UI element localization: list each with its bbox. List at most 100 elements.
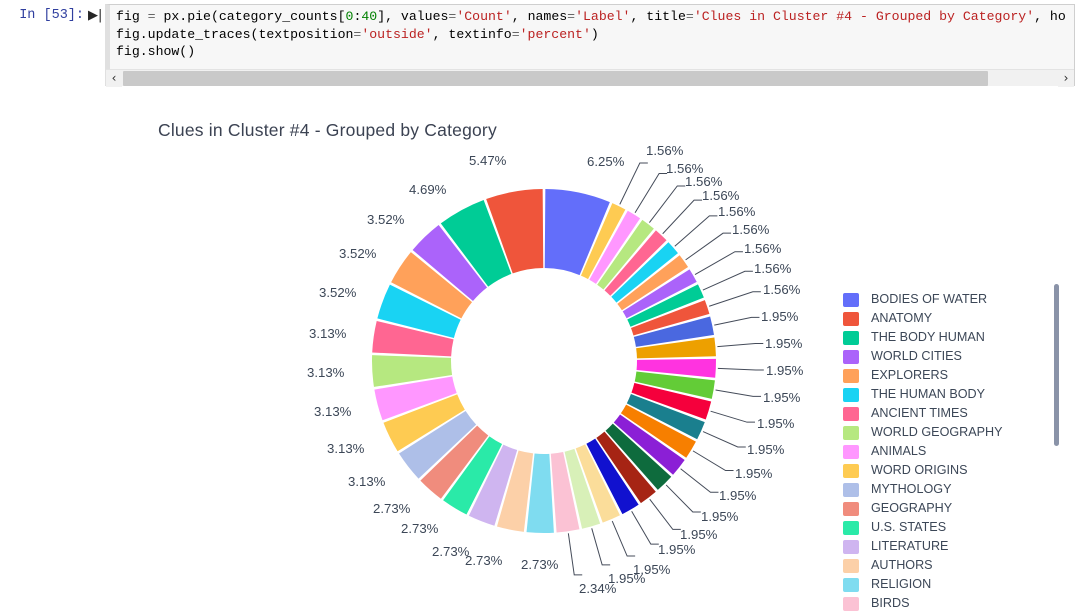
label-leader-line <box>714 316 760 326</box>
slice-percent-label: 5.47% <box>469 153 507 168</box>
label-leader-line <box>665 484 701 513</box>
chart-legend[interactable]: BODIES OF WATER ANATOMY THE BODY HUMAN WORL… <box>838 192 1078 611</box>
label-leader-line <box>709 291 761 307</box>
legend-item[interactable]: RELIGION <box>843 575 1003 594</box>
slice-percent-label: 1.95% <box>747 442 785 457</box>
label-leader-line <box>662 199 703 235</box>
legend-swatch-icon <box>843 596 859 611</box>
legend-label: BIRDS <box>871 596 910 610</box>
legend-label: MYTHOLOGY <box>871 482 952 496</box>
legend-label: EXPLORERS <box>871 368 948 382</box>
label-leader-line <box>717 367 764 371</box>
legend-swatch-icon <box>843 463 859 478</box>
legend-item[interactable]: ANCIENT TIMES <box>843 404 1003 423</box>
label-leader-line <box>591 528 611 566</box>
notebook-page: In [53]: ▶| fig = px.pie(category_counts… <box>0 0 1078 612</box>
pie-chart-area[interactable]: 6.25% 1.56% 1.56% 1.56% 1.56% 1.56% 1.56% 1.56%… <box>0 96 840 612</box>
legend-item[interactable]: ANIMALS <box>843 442 1003 461</box>
label-leader-line <box>567 533 583 576</box>
legend-item[interactable]: BODIES OF WATER <box>843 290 1003 309</box>
label-leader-line <box>702 431 746 448</box>
slice-percent-label: 1.56% <box>763 282 801 297</box>
slice-percent-label: 1.95% <box>658 542 696 557</box>
slice-percent-label: 3.13% <box>314 404 352 419</box>
legend-item[interactable]: WORD ORIGINS <box>843 461 1003 480</box>
slice-percent-label: 1.56% <box>732 222 770 237</box>
legend-label: THE HUMAN BODY <box>871 387 986 401</box>
run-cell-icon[interactable]: ▶| <box>88 8 102 23</box>
slice-percent-label: 1.95% <box>761 309 799 324</box>
code-horizontal-scrollbar[interactable]: ‹ › <box>106 69 1074 87</box>
label-leader-line <box>685 232 732 261</box>
code-line-1: fig = px.pie(category_counts[0:40], valu… <box>116 9 1066 24</box>
slice-percent-label: 3.13% <box>309 326 347 341</box>
legend-swatch-icon <box>843 368 859 383</box>
legend-item[interactable]: WORLD CITIES <box>843 347 1003 366</box>
slice-percent-label: 3.13% <box>327 441 365 456</box>
legend-swatch-icon <box>843 330 859 345</box>
legend-item[interactable]: LITERATURE <box>843 537 1003 556</box>
label-leader-line <box>680 468 719 493</box>
slice-percent-label: 1.56% <box>702 188 740 203</box>
slice-percent-label: 1.56% <box>646 143 684 158</box>
legend-item[interactable]: BIRDS <box>843 594 1003 612</box>
label-leader-line <box>715 389 762 397</box>
slice-percent-label: 1.56% <box>718 204 756 219</box>
legend-swatch-icon <box>843 349 859 364</box>
slice-percent-label: 2.73% <box>373 501 411 516</box>
scroll-left-arrow-icon[interactable]: ‹ <box>106 70 122 87</box>
cell-prompt-label: In [53]: <box>19 8 84 23</box>
slice-percent-label: 1.56% <box>744 241 782 256</box>
legend-item[interactable]: U.S. STATES <box>843 518 1003 537</box>
slice-percent-label: 1.95% <box>765 336 803 351</box>
slice-percent-label: 3.52% <box>319 285 357 300</box>
label-leader-line <box>634 173 668 213</box>
legend-item[interactable]: GEOGRAPHY <box>843 499 1003 518</box>
legend-swatch-icon <box>843 482 859 497</box>
slice-percent-label: 1.95% <box>701 509 739 524</box>
notebook-input-cell[interactable]: In [53]: ▶| fig = px.pie(category_counts… <box>0 0 1078 90</box>
legend-swatch-icon <box>843 387 859 402</box>
slice-percent-label: 1.95% <box>757 416 795 431</box>
slice-percent-label: 1.95% <box>735 466 773 481</box>
legend-label: WORLD GEOGRAPHY <box>871 425 1003 439</box>
code-source[interactable]: fig = px.pie(category_counts[0:40], valu… <box>116 8 1074 61</box>
label-leader-line <box>710 410 755 423</box>
legend-swatch-icon <box>843 425 859 440</box>
legend-scrollbar[interactable] <box>1054 284 1059 446</box>
slice-percent-label: 1.56% <box>685 174 723 189</box>
legend-label: WORLD CITIES <box>871 349 962 363</box>
legend-item[interactable]: WORLD GEOGRAPHY <box>843 423 1003 442</box>
legend-label: U.S. STATES <box>871 520 947 534</box>
legend-label: WORD ORIGINS <box>871 463 968 477</box>
legend-item[interactable]: THE BODY HUMAN <box>843 328 1003 347</box>
legend-item[interactable]: MYTHOLOGY <box>843 480 1003 499</box>
slice-percent-label: 2.73% <box>465 553 503 568</box>
legend-swatch-icon <box>843 520 859 535</box>
legend-label: RELIGION <box>871 577 932 591</box>
slice-percent-label: 1.95% <box>680 527 718 542</box>
slice-percent-label: 1.95% <box>719 488 757 503</box>
label-leader-line <box>649 498 681 530</box>
legend-label: BODIES OF WATER <box>871 292 988 306</box>
legend-item[interactable]: THE HUMAN BODY <box>843 385 1003 404</box>
legend-items[interactable]: BODIES OF WATER ANATOMY THE BODY HUMAN WORL… <box>843 290 1003 612</box>
legend-swatch-icon <box>843 577 859 592</box>
label-leader-line <box>631 511 659 545</box>
slice-percent-label: 3.13% <box>307 365 345 380</box>
legend-item[interactable]: AUTHORS <box>843 556 1003 575</box>
plotly-figure[interactable]: Clues in Cluster #4 - Grouped by Categor… <box>0 96 1078 612</box>
legend-swatch-icon <box>843 292 859 307</box>
scrollbar-thumb[interactable] <box>123 71 988 86</box>
legend-item[interactable]: EXPLORERS <box>843 366 1003 385</box>
legend-label: GEOGRAPHY <box>871 501 953 515</box>
legend-swatch-icon <box>843 444 859 459</box>
legend-item[interactable]: ANATOMY <box>843 309 1003 328</box>
legend-label: ANIMALS <box>871 444 927 458</box>
legend-swatch-icon <box>843 558 859 573</box>
slice-percent-label: 1.95% <box>763 390 801 405</box>
code-line-2: fig.update_traces(textposition='outside'… <box>116 26 599 42</box>
scroll-right-arrow-icon[interactable]: › <box>1058 70 1074 87</box>
code-line-3: fig.show() <box>116 44 196 59</box>
label-leader-line <box>649 185 686 223</box>
